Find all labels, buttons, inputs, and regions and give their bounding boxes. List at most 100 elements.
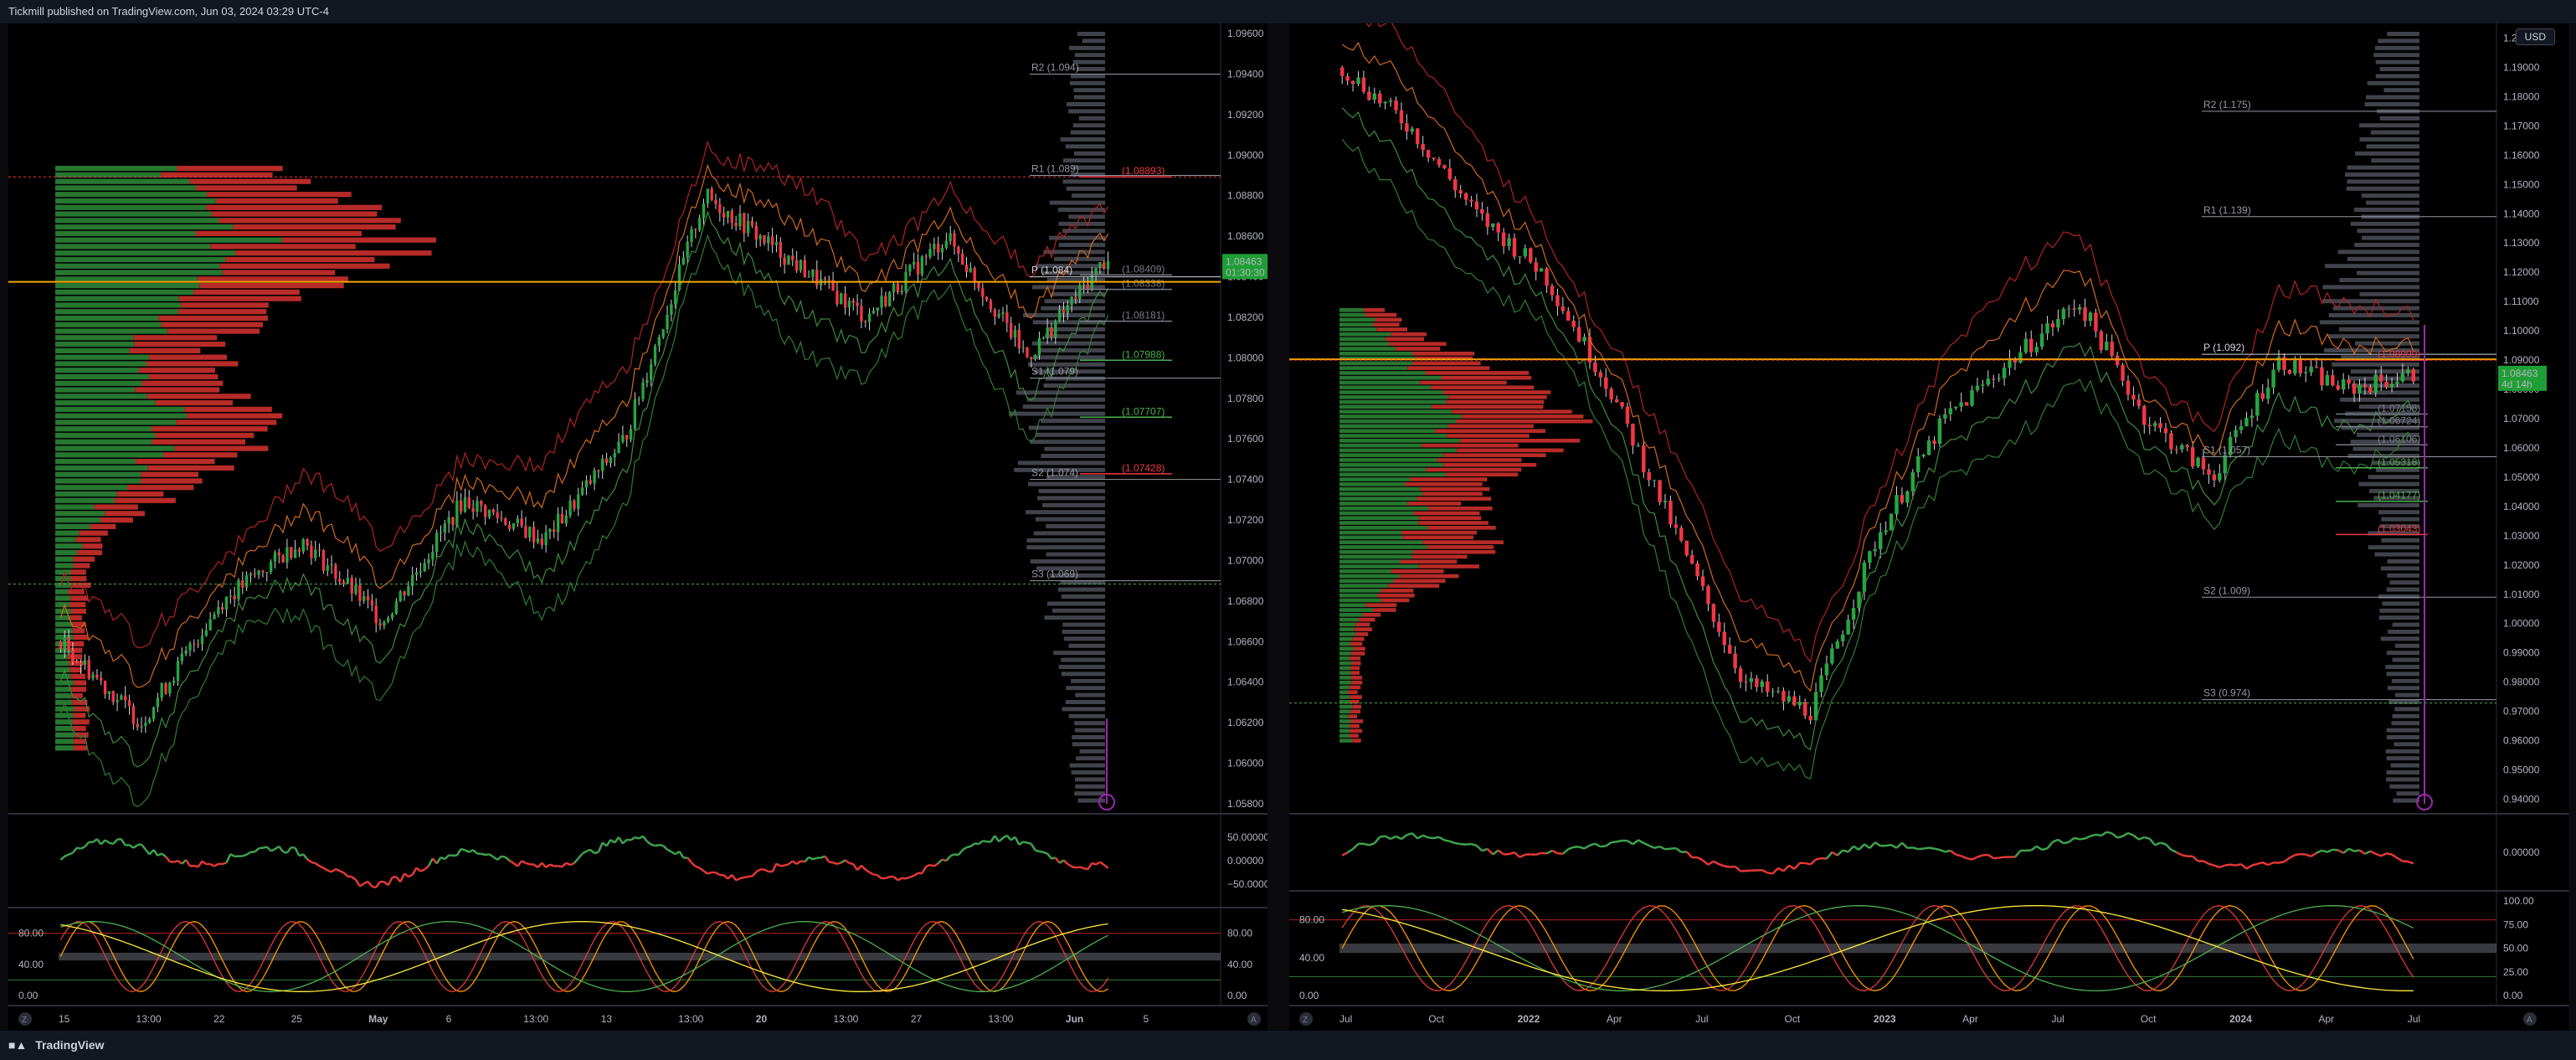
candle-body <box>560 513 564 524</box>
candle-body <box>1884 530 1888 533</box>
left-chart-canvas[interactable]: R2 (1.094) R1 (1.089) P (1.084) S1 (1.079) S… <box>8 23 1267 1031</box>
candle-body <box>1679 527 1684 541</box>
session-volume-bar <box>1062 179 1105 184</box>
oscillator-segment <box>173 859 178 863</box>
session-volume-bar <box>1060 137 1105 142</box>
volume-profile-bar-red <box>1350 641 1363 646</box>
zone-level-label: (1.08409) <box>1122 263 1165 275</box>
oscillator-segment <box>1103 863 1109 869</box>
oscillator-segment <box>804 856 810 863</box>
time-axis-label: Apr <box>1607 1013 1622 1025</box>
session-volume-bar <box>1071 678 1105 683</box>
oscillator-segment <box>2121 831 2129 837</box>
candle-body <box>471 507 475 512</box>
oscillator-segment <box>2358 849 2366 855</box>
price-axis-label: 1.09400 <box>1227 69 1264 80</box>
oscillator-segment <box>1697 856 1704 862</box>
session-volume-bar <box>1046 601 1105 606</box>
session-volume-bar <box>1075 784 1105 789</box>
volume-profile-bar-red <box>1442 462 1537 467</box>
volume-profile-bar-red <box>73 563 90 569</box>
oscillator-segment <box>197 860 203 868</box>
time-axis-label: 25 <box>291 1013 303 1025</box>
candle-body <box>2099 331 2104 350</box>
candle-body <box>213 614 216 620</box>
session-volume-bar <box>1033 531 1105 536</box>
volume-profile-bar-red <box>1381 589 1414 593</box>
oscillator-segment <box>1422 834 1429 839</box>
session-volume-bar <box>2354 208 2419 212</box>
time-axis-label: Oct <box>1785 1013 1801 1025</box>
volume-profile-bar-green <box>55 302 182 308</box>
oscillator-segment <box>1961 855 1967 860</box>
price-axis-label: 1.09000 <box>2503 354 2540 366</box>
oscillator-segment <box>2321 849 2328 853</box>
tradingview-logo-icon[interactable]: ■▲ <box>8 1031 27 1060</box>
volume-profile-bar-red <box>1391 332 1427 337</box>
session-volume-bar <box>1058 243 1105 247</box>
candle-body <box>496 512 499 518</box>
session-volume-bar <box>1026 510 1105 515</box>
oscillator-segment <box>2316 849 2322 854</box>
session-volume-bar <box>2380 636 2419 641</box>
right-chart-pane[interactable]: R2 (1.175) R1 (1.139) P (1.092) S1 (1.057) S… <box>1289 23 2568 1031</box>
candle-body <box>2121 365 2125 381</box>
oscillator-segment <box>2176 851 2183 857</box>
oscillator-segment <box>1977 854 1983 858</box>
candle-body <box>1700 576 1705 587</box>
volume-profile-bar-green <box>55 706 75 712</box>
oscillator-segment <box>2332 848 2338 852</box>
currency-selector[interactable]: USD <box>2515 28 2555 45</box>
candle-body <box>2341 379 2346 390</box>
oscillator-segment <box>2170 848 2178 854</box>
volume-profile-bar-green <box>1339 486 1421 491</box>
stoch-right-axis-label: 25.00 <box>2503 966 2528 978</box>
volume-profile-bar-red <box>1405 482 1483 486</box>
zone-level-label: (1.07158) <box>2378 402 2420 414</box>
oscillator-segment <box>1864 843 1871 849</box>
candle-body <box>2061 309 2066 319</box>
volume-profile-bar-red <box>219 218 401 224</box>
oscillator-segment <box>2182 854 2188 857</box>
volume-profile-bar-green <box>55 452 164 458</box>
volume-profile-bar-green <box>1339 361 1413 366</box>
volume-profile-bar-green <box>1339 366 1408 370</box>
volume-profile-bar-red <box>1376 327 1408 332</box>
oscillator-segment <box>1874 841 1881 847</box>
oscillator-segment <box>1638 839 1644 844</box>
oscillator-segment <box>424 865 429 871</box>
brand-name[interactable]: TradingView <box>35 1038 104 1052</box>
volume-profile-bar-green <box>1339 390 1443 394</box>
volume-profile-bar-green <box>1339 530 1401 535</box>
session-volume-bar <box>2378 510 2419 515</box>
session-volume-bar <box>1062 707 1105 712</box>
volume-profile-bar-red <box>70 608 86 615</box>
volume-profile-bar-red <box>155 432 255 439</box>
volume-profile-bar-red <box>116 491 164 497</box>
oscillator-segment <box>1095 861 1101 866</box>
volume-profile-bar-green <box>1339 332 1391 337</box>
volume-profile-bar-green <box>55 445 175 451</box>
candle-body <box>1026 347 1029 358</box>
candle-body <box>100 677 103 681</box>
pivot-level-label: S1 (1.057) <box>2203 444 2250 455</box>
session-volume-bar <box>1043 383 1105 388</box>
candle-body <box>681 257 686 265</box>
candle-body <box>811 270 815 277</box>
candle-body <box>374 605 378 624</box>
candle-body <box>573 500 576 509</box>
volume-profile-bar-red <box>222 270 336 275</box>
right-chart-canvas[interactable]: R2 (1.175) R1 (1.139) P (1.092) S1 (1.057) S… <box>1289 23 2568 1031</box>
candle-body <box>1480 208 1484 214</box>
volume-profile-bar-red <box>1411 352 1475 356</box>
volume-profile-bar-green <box>1339 564 1419 569</box>
session-volume-bar <box>2347 256 2419 261</box>
candle-body <box>2136 399 2142 406</box>
session-volume-bar <box>2394 643 2419 648</box>
candle-body <box>750 220 754 226</box>
session-volume-bar <box>2381 538 2419 543</box>
left-chart-pane[interactable]: R2 (1.094) R1 (1.089) P (1.084) S1 (1.079) S… <box>8 23 1267 1031</box>
volume-profile-bar-red <box>1447 434 1530 438</box>
oscillator-segment <box>1670 846 1676 850</box>
volume-profile-bar-red <box>1350 666 1360 671</box>
